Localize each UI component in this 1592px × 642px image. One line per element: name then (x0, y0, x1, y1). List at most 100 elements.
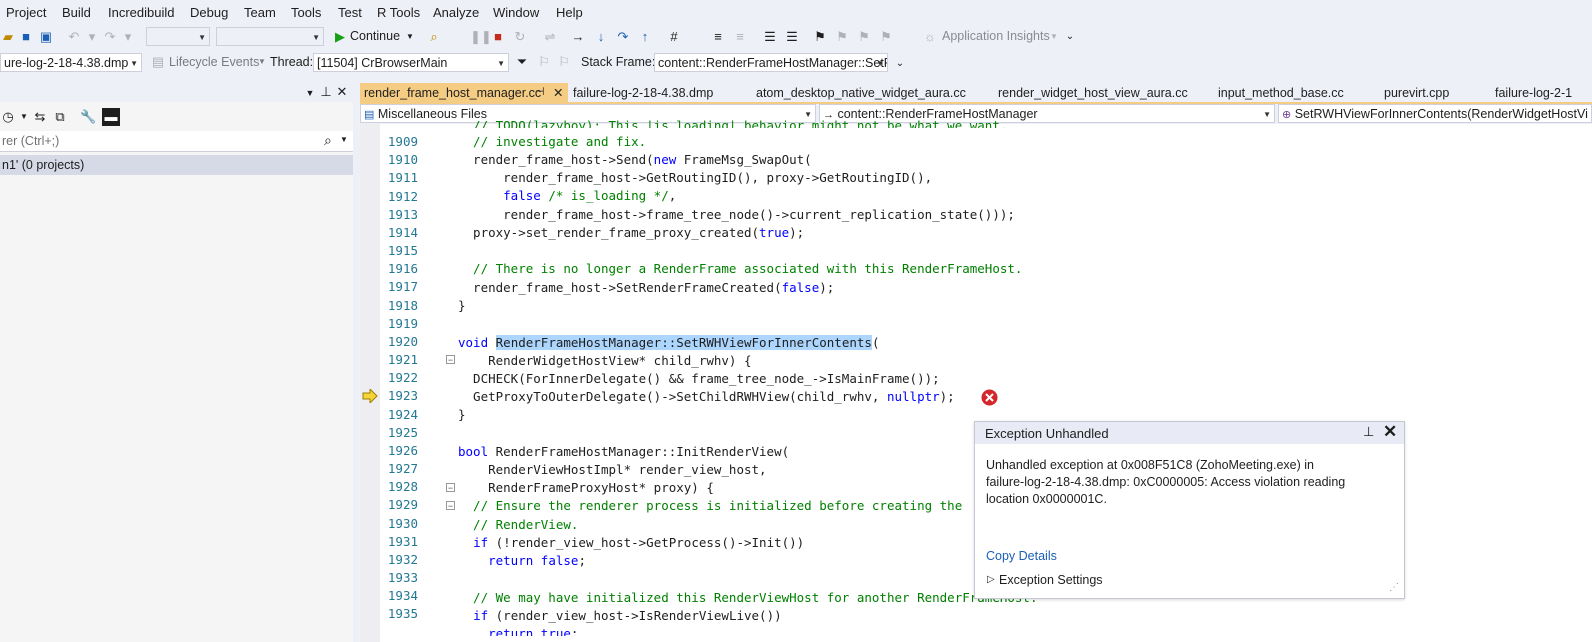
bookmark-icon[interactable]: ⚑ (812, 29, 828, 45)
collapse-icon[interactable]: − (446, 483, 455, 493)
window-position-icon[interactable]: ▼ (302, 85, 318, 101)
tab-render-frame-host-manager[interactable]: render_frame_host_manager.cc ⊣ ✕ (360, 83, 568, 103)
tab-input-method-base[interactable]: input_method_base.cc (1218, 86, 1344, 100)
undo-dropdown-icon[interactable]: ▾ (84, 29, 100, 45)
menu-help[interactable]: Help (556, 5, 583, 20)
preview-icon[interactable]: ▬ (102, 108, 120, 126)
next-bookmark-icon[interactable]: ⚑ (856, 29, 872, 45)
tab-failure-log-2[interactable]: failure-log-2-1 (1495, 86, 1572, 100)
step-out-icon[interactable]: ↑ (637, 29, 653, 45)
solution-label: n1' (0 projects) (2, 158, 85, 172)
exception-settings-toggle[interactable]: Exception Settings (999, 573, 1103, 587)
stop-icon[interactable]: ■ (490, 29, 506, 45)
indent-icon[interactable]: ☰ (784, 29, 800, 45)
menu-debug[interactable]: Debug (190, 5, 228, 20)
thread-value: [11504] CrBrowserMain (317, 56, 448, 70)
prev-bookmark-icon[interactable]: ⚑ (834, 29, 850, 45)
history-icon[interactable]: ◷ (0, 109, 16, 125)
outdent-icon[interactable]: ☰ (762, 29, 778, 45)
member-combo[interactable]: ⊕ SetRWHViewForInnerContents(RenderWidge… (1278, 104, 1592, 123)
panel-splitter[interactable] (353, 83, 360, 642)
menu-test[interactable]: Test (338, 5, 362, 20)
collapse-icon[interactable]: − (446, 355, 455, 365)
sync-icon[interactable]: ⇆ (32, 109, 48, 125)
menu-r-tools[interactable]: R Tools (377, 5, 420, 20)
pause-icon[interactable]: ❚❚ (470, 29, 492, 45)
platform-combo[interactable]: ▼ (216, 27, 324, 46)
resize-grip-icon[interactable]: ⋰ (1389, 582, 1399, 593)
expand-icon[interactable]: ▷ (987, 574, 995, 585)
close-icon[interactable]: ✕ (334, 84, 350, 100)
code-line: // RenderView. (458, 517, 579, 532)
copy-details-link[interactable]: Copy Details (986, 549, 1057, 563)
tab-render-widget-host-view[interactable]: render_widget_host_view_aura.cc (998, 86, 1188, 100)
menu-project[interactable]: Project (6, 5, 46, 20)
save-icon[interactable]: ■ (18, 29, 34, 45)
step-over-icon[interactable]: ↷ (615, 29, 631, 45)
collapse-all-icon[interactable]: ⧉ (52, 109, 68, 125)
filter-icon[interactable]: ⏷ (514, 54, 530, 70)
stack-frame-label: Stack Frame: (581, 55, 656, 69)
solution-search-input[interactable]: rer (Ctrl+;) ⌕ ▼ (0, 131, 353, 152)
lifecycle-events-button[interactable]: Lifecycle Events (169, 55, 259, 69)
play-icon[interactable]: ▶ (332, 29, 348, 45)
open-folder-icon[interactable]: ▰ (0, 29, 16, 45)
chevron-down-icon[interactable]: ▼ (16, 109, 32, 125)
line-number: 1930 (387, 515, 418, 531)
properties-icon[interactable]: 🔧 (80, 109, 96, 125)
tab-failure-log[interactable]: failure-log-2-18-4.38.dmp (573, 86, 713, 100)
undo-icon[interactable]: ↶ (66, 29, 82, 45)
step-into-icon[interactable]: ↓ (593, 29, 609, 45)
search-icon[interactable]: ⌕ (324, 132, 332, 149)
tab-atom-desktop-native-widget[interactable]: atom_desktop_native_widget_aura.cc (756, 86, 966, 100)
process-combo[interactable]: ure-log-2-18-4.38.dmp ▼ (0, 53, 142, 72)
menu-tools[interactable]: Tools (291, 5, 321, 20)
menu-incredibuild[interactable]: Incredibuild (108, 5, 175, 20)
uncomment-icon[interactable]: ≡ (732, 29, 748, 45)
step-right-icon[interactable]: → (570, 29, 586, 45)
stack-frame-combo[interactable]: content::RenderFrameHostManager::SetRʻ ▼ (654, 53, 888, 72)
process-value: ure-log-2-18-4.38.dmp (4, 56, 129, 70)
line-number: 1916 (387, 261, 418, 277)
chevron-down-icon[interactable]: ▼ (1046, 29, 1062, 45)
flag-thread-icon[interactable]: ⚐ (536, 54, 552, 70)
chevron-down-icon[interactable]: ▼ (254, 54, 270, 70)
line-number: 1911 (387, 170, 418, 186)
toolbar-overflow-icon[interactable]: ⌄ (892, 56, 908, 72)
save-all-icon[interactable]: ▣ (38, 29, 54, 45)
code-line: // investigate and fix. (458, 134, 647, 149)
clear-bookmarks-icon[interactable]: ⚑ (878, 29, 894, 45)
menu-analyze[interactable]: Analyze (433, 5, 479, 20)
configuration-combo[interactable]: ▼ (146, 27, 210, 46)
show-next-statement-icon[interactable]: ⇌ (542, 29, 558, 45)
close-icon[interactable]: ✕ (553, 85, 563, 100)
hex-display-icon[interactable]: # (666, 29, 682, 45)
breakpoint-gutter[interactable] (360, 124, 380, 642)
code-line: render_frame_host->GetRoutingID(), proxy… (458, 170, 933, 185)
thread-combo[interactable]: [11504] CrBrowserMain ▼ (313, 53, 509, 72)
redo-icon[interactable]: ↷ (102, 29, 118, 45)
pin-icon[interactable]: ⊣ (535, 85, 545, 98)
chevron-down-icon[interactable]: ▼ (340, 135, 348, 144)
collapse-icon[interactable]: − (446, 501, 455, 511)
restart-icon[interactable]: ↻ (512, 29, 528, 45)
redo-dropdown-icon[interactable]: ▾ (120, 29, 136, 45)
pin-icon[interactable]: ⊥ (1363, 424, 1374, 440)
tab-purevirt[interactable]: purevirt.cpp (1384, 86, 1449, 100)
comment-icon[interactable]: ≡ (710, 29, 726, 45)
menu-build[interactable]: Build (62, 5, 91, 20)
exception-title: Exception Unhandled (985, 426, 1109, 441)
menu-window[interactable]: Window (493, 5, 539, 20)
solution-tree-item[interactable]: n1' (0 projects) (0, 155, 353, 175)
code-line: DCHECK(ForInnerDelegate() && frame_tree_… (458, 371, 940, 386)
menu-team[interactable]: Team (244, 5, 276, 20)
continue-button[interactable]: Continue (350, 29, 400, 43)
toolbar-overflow-icon[interactable]: ⌄ (1062, 29, 1078, 45)
pin-icon[interactable]: ⊥ (318, 84, 334, 100)
thread-label: Thread: (270, 55, 314, 69)
continue-dropdown-icon[interactable]: ▼ (402, 29, 418, 45)
close-icon[interactable]: ✕ (1383, 422, 1397, 442)
find-icon[interactable]: ⌕ (426, 29, 442, 45)
application-insights-button[interactable]: Application Insights (942, 29, 1050, 43)
flag-all-icon[interactable]: ⚐ (556, 54, 572, 70)
